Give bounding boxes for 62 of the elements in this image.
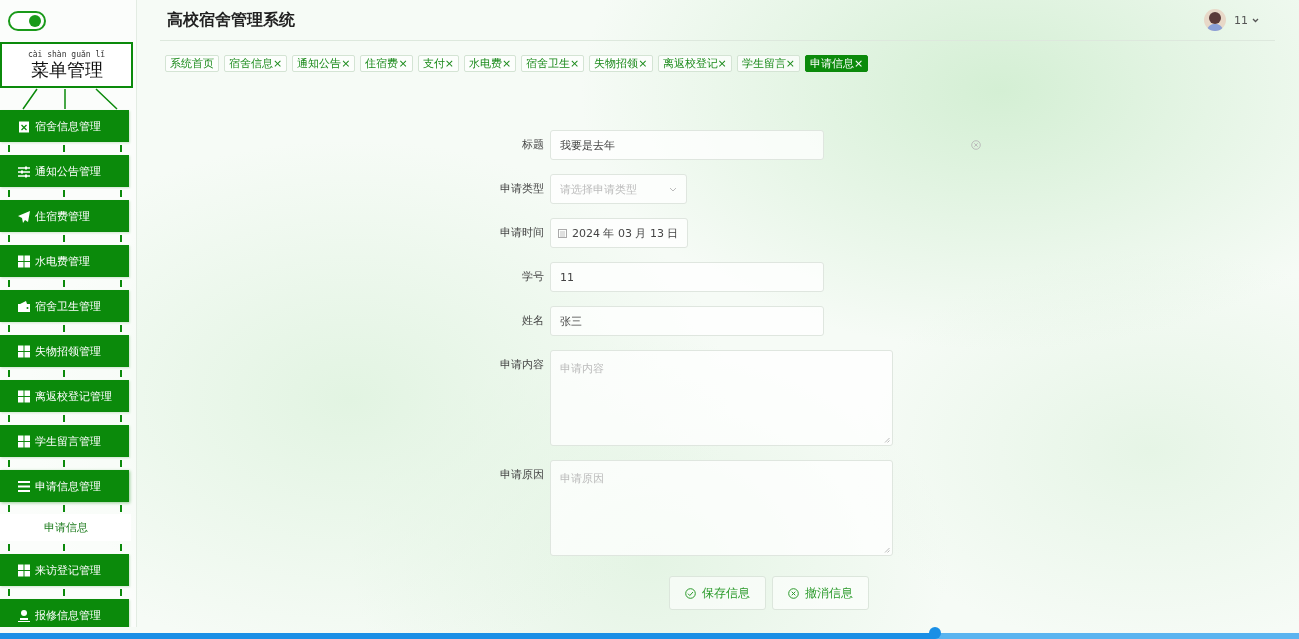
tab[interactable]: 住宿费× [360,55,413,72]
tab[interactable]: 系统首页 [165,55,219,72]
calendar-icon [558,228,567,238]
menu-item[interactable]: 来访登记管理 [0,554,129,586]
tab[interactable]: 离返校登记× [657,55,732,72]
menu-title: 菜单管理 [30,58,103,81]
input-field[interactable]: 我要是去年 [550,130,824,160]
chevron-down-icon [669,186,677,192]
app-title: 高校宿舍管理系统 [166,9,296,31]
menu-item[interactable]: 报修信息管理 [0,599,129,627]
clipboard-icon [18,119,30,133]
menu-item[interactable]: 宿舍信息管理 [0,110,129,142]
wallet-icon [18,299,30,313]
progress-thumb[interactable] [929,627,942,639]
date-field[interactable]: 2024 年 03 月 13 日 [550,218,689,248]
user-menu[interactable]: 11 [1234,13,1259,27]
submenu-item[interactable]: 申请信息 [0,514,131,541]
tab[interactable]: 申请信息× [804,55,869,72]
sliders-icon [18,164,30,178]
menu-item[interactable]: 水电费管理 [0,245,129,277]
send-icon [18,209,30,223]
cancel-button[interactable]: 撤消信息 [772,576,869,610]
save-button[interactable]: 保存信息 [669,576,766,610]
menu-item[interactable]: 住宿费管理 [0,200,129,232]
tab[interactable]: 通知公告× [292,55,356,72]
close-circle-icon [788,587,799,599]
tab[interactable]: 支付× [417,55,459,72]
field-label: 申请类型 [499,181,544,197]
field-label: 申请时间 [499,225,544,241]
field-label: 学号 [521,269,544,285]
check-circle-icon [685,587,696,599]
tab[interactable]: 学生留言× [736,55,800,72]
grid-icon [18,389,30,403]
resize-handle-icon[interactable] [884,547,890,553]
grid-icon [18,344,30,358]
tab[interactable]: 失物招领× [589,55,653,72]
menu-item[interactable]: 学生留言管理 [0,425,129,457]
field-label: 申请内容 [499,357,544,373]
grid-icon [18,434,30,448]
input-field[interactable]: 张三 [550,306,824,336]
field-label: 姓名 [521,313,544,329]
tab[interactable]: 水电费× [463,55,517,72]
chevron-down-icon [1252,17,1259,23]
menu-item[interactable]: 申请信息管理 [0,470,129,502]
user-icon [18,608,30,622]
toggle-switch[interactable] [8,11,46,31]
menu-item[interactable]: 离返校登记管理 [0,380,129,412]
grid-icon [18,563,30,577]
menu-item[interactable]: 失物招领管理 [0,335,129,367]
menu-item[interactable]: 通知公告管理 [0,155,129,187]
grid-icon [18,254,30,268]
tab[interactable]: 宿舍信息× [224,55,288,72]
tab[interactable]: 宿舍卫生× [521,55,585,72]
field-label: 标题 [521,137,544,153]
field-label: 申请原因 [499,467,544,483]
avatar[interactable] [1204,9,1226,31]
input-field[interactable]: 11 [550,262,824,292]
pinyin-text: cài shàn guǎn lǐ [27,49,106,59]
progress-bar[interactable] [0,627,1299,639]
resize-handle-icon[interactable] [884,437,890,443]
menu-item[interactable]: 宿舍卫生管理 [0,290,129,322]
list-icon [18,479,30,493]
